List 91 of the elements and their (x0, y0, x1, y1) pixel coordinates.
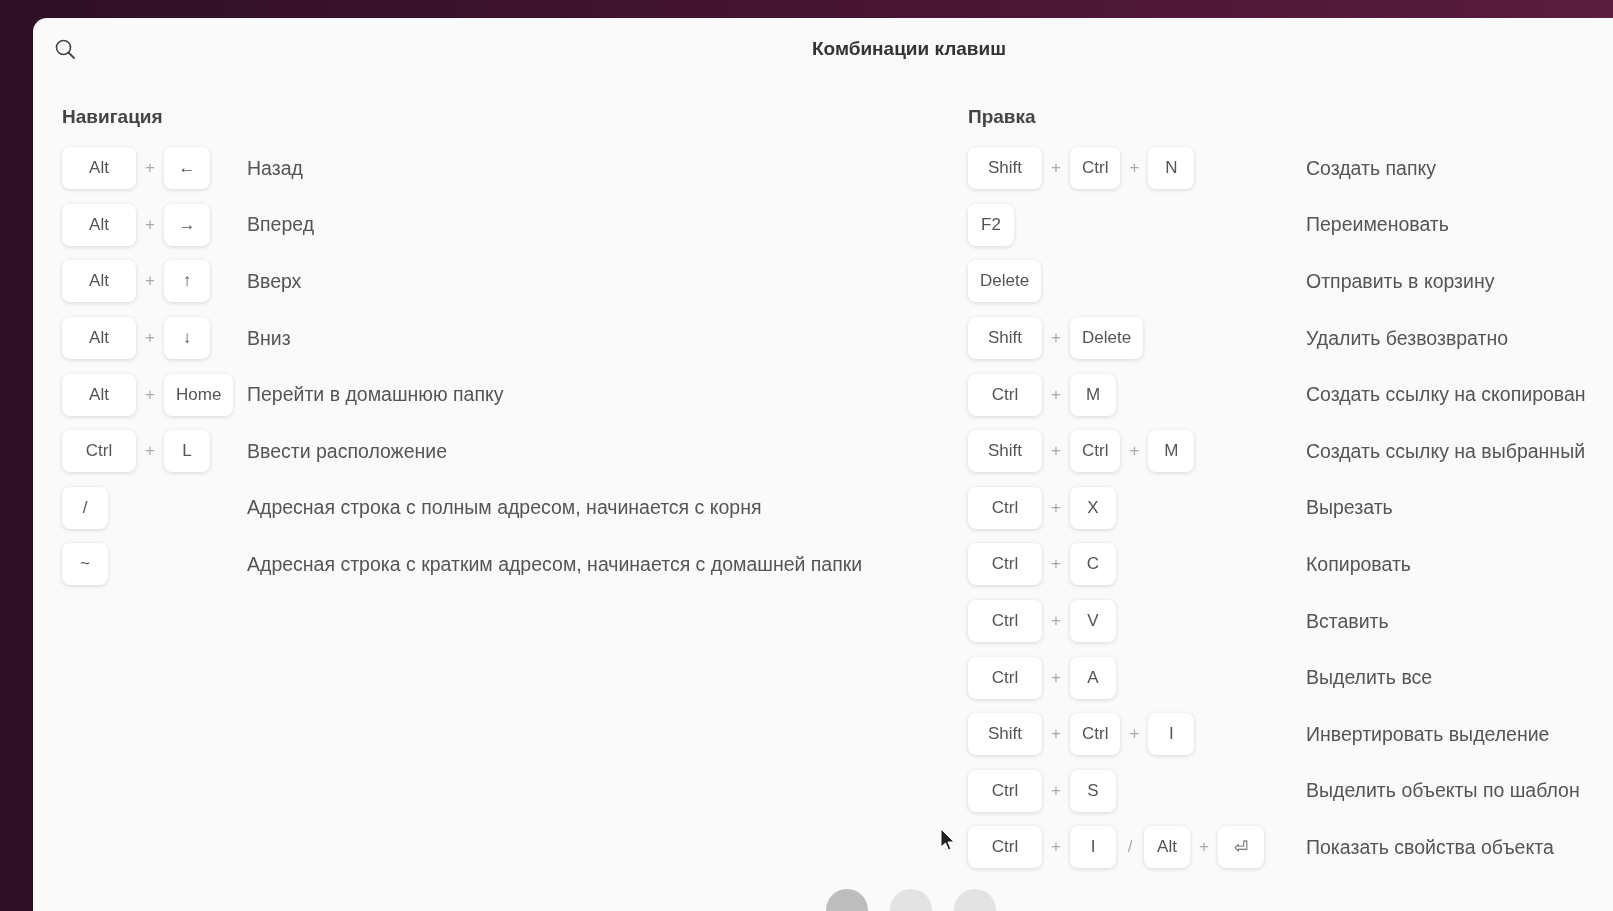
keycap: Ctrl (62, 430, 136, 473)
keycap: M (1148, 430, 1195, 473)
shortcut-description: Создать ссылку на выбранный (1306, 439, 1586, 463)
key-separator: + (1050, 384, 1062, 405)
key-separator: + (144, 328, 156, 349)
shortcut-description: Выделить объекты по шаблон (1306, 779, 1581, 803)
key-separator: + (1128, 158, 1141, 179)
window-title: Комбинации клавиш (811, 38, 1007, 60)
keycap: ⏎ (1218, 826, 1264, 869)
keycap: I (1148, 713, 1195, 756)
keycap: Ctrl (1070, 713, 1121, 756)
search-icon[interactable] (54, 38, 76, 60)
key-separator: + (1128, 724, 1141, 745)
keycap: Ctrl (968, 600, 1042, 643)
shortcut-description: Показать свойства объекта (1306, 835, 1555, 859)
keycap: Ctrl (1070, 430, 1121, 473)
key-separator: + (1198, 837, 1210, 858)
key-separator: + (144, 214, 156, 235)
keycap: → (164, 203, 210, 246)
key-separator: + (1050, 724, 1062, 745)
shortcut-description: Назад (247, 156, 304, 180)
shortcut-description: Вперед (247, 213, 316, 237)
shortcut-description: Перейти в домашнюю папку (247, 383, 505, 407)
keycap: I (1070, 826, 1116, 869)
keycap: Alt (62, 147, 136, 190)
keycap: Shift (968, 430, 1042, 473)
key-separator: + (1050, 780, 1062, 801)
keycap: Ctrl (968, 656, 1042, 699)
keycap: Ctrl (1070, 147, 1121, 190)
keycap: Shift (968, 147, 1042, 190)
keycap: X (1070, 486, 1116, 529)
shortcut-description: Создать папку (1306, 156, 1437, 180)
key-separator: + (1050, 328, 1062, 349)
keycap: M (1070, 373, 1116, 416)
keycap: / (62, 486, 108, 529)
keycap: Alt (62, 373, 136, 416)
key-separator: + (144, 158, 156, 179)
key-separator: + (1050, 837, 1062, 858)
keycap: ↓ (164, 317, 210, 360)
keycap: A (1070, 656, 1116, 699)
keycap: C (1070, 543, 1116, 586)
mouse-pointer-icon (940, 828, 956, 852)
key-separator: / (1126, 837, 1134, 858)
shortcut-description: Вниз (247, 326, 292, 350)
keycap: Home (164, 373, 234, 416)
shortcut-description: Вставить (1306, 609, 1390, 633)
shortcut-description: Вверх (247, 270, 303, 293)
keycap: ~ (62, 543, 108, 586)
keycap: Shift (968, 713, 1042, 756)
key-separator: + (144, 441, 156, 462)
section-heading: Правка (968, 106, 1037, 129)
keycap: Delete (968, 260, 1042, 303)
keycap: Ctrl (968, 373, 1042, 416)
keycap: S (1070, 769, 1116, 812)
shortcut-description: Создать ссылку на скопирован (1306, 383, 1586, 407)
shortcut-description: Адресная строка с полным адресом, начинается с корня (247, 496, 763, 520)
keycap: F2 (968, 203, 1014, 246)
keycap: Ctrl (968, 543, 1042, 586)
shortcut-description: Адресная строка с кратким адресом, начинается с домашней папки (247, 552, 864, 576)
shortcut-description: Выделить все (1306, 666, 1434, 690)
keycap: ↑ (164, 260, 210, 303)
key-separator: + (1050, 611, 1062, 632)
keycap: Delete (1070, 317, 1144, 360)
shortcut-description: Переименовать (1306, 213, 1450, 237)
shortcut-description: Удалить безвозвратно (1306, 326, 1510, 350)
section-heading: Навигация (62, 106, 164, 129)
keycap: Ctrl (968, 826, 1042, 869)
keycap: L (164, 430, 210, 473)
keycap: Ctrl (968, 486, 1042, 529)
shortcut-description: Копировать (1306, 552, 1412, 576)
keycap: Alt (62, 317, 136, 360)
keycap: Alt (62, 203, 136, 246)
key-separator: + (1050, 441, 1062, 462)
key-separator: + (1050, 667, 1062, 688)
shortcut-description: Отправить в корзину (1306, 270, 1496, 293)
key-separator: + (1050, 554, 1062, 575)
keycap: Shift (968, 317, 1042, 360)
shortcut-description: Ввести расположение (247, 439, 449, 463)
keycap: V (1070, 600, 1116, 643)
key-separator: + (144, 271, 156, 292)
shortcut-description: Вырезать (1306, 496, 1394, 520)
keycap: Alt (62, 260, 136, 303)
keycap: Ctrl (968, 769, 1042, 812)
key-separator: + (1050, 497, 1062, 518)
key-separator: + (1128, 441, 1141, 462)
keycap: N (1148, 147, 1195, 190)
keycap: Alt (1144, 826, 1190, 869)
key-separator: + (1050, 158, 1062, 179)
shortcut-description: Инвертировать выделение (1306, 722, 1551, 746)
key-separator: + (144, 384, 156, 405)
keycap: ← (164, 147, 210, 190)
